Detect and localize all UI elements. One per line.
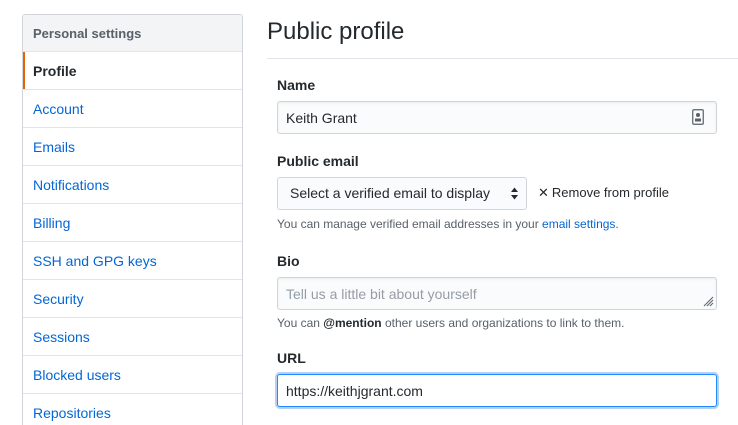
url-label: URL — [277, 350, 306, 366]
sidebar-item-billing[interactable]: Billing — [23, 204, 242, 242]
public-email-label: Public email — [277, 153, 359, 169]
close-icon: ✕ — [538, 185, 549, 200]
email-note-text: You can manage verified email addresses … — [277, 217, 543, 231]
email-note-suffix: . — [615, 217, 619, 231]
sidebar-header: Personal settings — [23, 15, 242, 52]
bio-textarea[interactable] — [277, 277, 717, 310]
email-note: You can manage verified email addresses … — [277, 217, 619, 231]
resize-handle-icon[interactable] — [702, 295, 714, 307]
sidebar-item-ssh-gpg-keys[interactable]: SSH and GPG keys — [23, 242, 242, 280]
bio-label: Bio — [277, 253, 300, 269]
remove-from-profile-label: Remove from profile — [551, 185, 669, 200]
sidebar-item-security[interactable]: Security — [23, 280, 242, 318]
bio-note: You can @mention other users and organiz… — [277, 316, 624, 330]
settings-sidebar: Personal settings Profile Account Emails… — [22, 14, 243, 425]
remove-from-profile-button[interactable]: ✕ Remove from profile — [538, 185, 669, 201]
contact-card-icon[interactable] — [692, 109, 704, 125]
mention-keyword: @mention — [323, 316, 382, 330]
sidebar-item-notifications[interactable]: Notifications — [23, 166, 242, 204]
url-field[interactable] — [277, 374, 717, 407]
sidebar-item-sessions[interactable]: Sessions — [23, 318, 242, 356]
public-email-select-value: Select a verified email to display — [290, 185, 490, 201]
email-settings-link[interactable]: email settings — [542, 217, 615, 231]
public-email-select[interactable]: Select a verified email to display — [277, 177, 527, 210]
sidebar-item-account[interactable]: Account — [23, 90, 242, 128]
name-field[interactable] — [277, 101, 717, 134]
sidebar-item-repositories[interactable]: Repositories — [23, 394, 242, 425]
page-title: Public profile — [267, 18, 405, 45]
bio-note-text: You can — [277, 316, 324, 330]
sidebar-item-emails[interactable]: Emails — [23, 128, 242, 166]
sidebar-item-blocked-users[interactable]: Blocked users — [23, 356, 242, 394]
select-arrows-icon — [511, 187, 518, 200]
name-label: Name — [277, 77, 316, 93]
sidebar-item-profile[interactable]: Profile — [23, 52, 242, 90]
title-divider — [267, 58, 738, 59]
bio-note-suffix: other users and organizations to link to… — [381, 316, 625, 330]
